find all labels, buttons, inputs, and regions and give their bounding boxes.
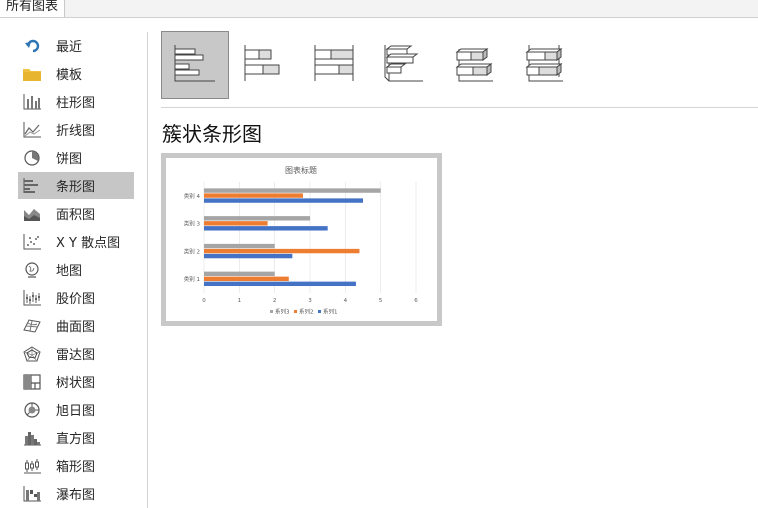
bar-chart-icon [22,177,42,195]
folder-icon [22,65,42,83]
x-tick-label: 1 [238,298,242,304]
bar [204,271,275,277]
box-whisker-icon [22,457,42,475]
bar [204,276,289,282]
sidebar-item-stock[interactable]: 股价图 [18,284,134,311]
x-tick-label: 0 [202,298,206,304]
x-tick-label: 2 [273,298,277,304]
sidebar-item-templates[interactable]: 模板 [18,60,134,87]
category-labels: 类别 1 类别 2 类别 3 类别 4 [184,192,201,283]
sidebar-item-surface[interactable]: 曲面图 [18,312,134,339]
stacked-bar-icon [243,43,287,87]
value-axis-labels: 0 1 2 3 4 5 6 [202,298,418,304]
sidebar-item-treemap[interactable]: 树状图 [18,368,134,395]
scatter-chart-icon [22,233,42,251]
tab-bar: 所有图表 [0,0,758,18]
3d-stacked-bar-icon [453,43,497,87]
subtype-clustered-bar[interactable] [161,31,229,99]
x-tick-label: 6 [414,298,418,304]
bar [204,188,381,193]
legend: 系列3 系列2 系列1 [270,308,338,316]
bar [204,281,356,287]
globe-icon [22,261,42,279]
x-tick-label: 3 [308,298,312,304]
legend-label: 系列2 [299,308,314,316]
stock-chart-icon [22,289,42,307]
column-chart-icon [22,93,42,111]
sidebar-item-area[interactable]: 面积图 [18,200,134,227]
bar [204,226,328,231]
legend-label: 系列3 [275,308,290,316]
subtype-3d-100-stacked-bar[interactable] [511,31,579,99]
legend-swatch [318,310,321,313]
sidebar-item-sunburst[interactable]: 旭日图 [18,396,134,423]
treemap-icon [22,373,42,391]
subtype-3d-clustered-bar[interactable] [371,31,439,99]
bar-chart: 图表标题 类别 1 类别 2 类别 3 类别 4 0 1 2 3 4 5 6 系列3 系列2 系列1 [184,165,419,316]
sidebar-item-scatter[interactable]: X Y 散点图 [18,228,134,255]
sidebar-item-radar[interactable]: 雷达图 [18,340,134,367]
subtype-stacked-bar[interactable] [231,31,299,99]
clustered-bar-icon [173,43,217,87]
surface-chart-icon [22,317,42,335]
tab-all-charts[interactable]: 所有图表 [0,0,66,17]
chart-preview-canvas: 图表标题 类别 1 类别 2 类别 3 类别 4 0 1 2 3 4 5 6 系列3 系列2 系列1 [166,158,437,321]
legend-label: 系列1 [323,308,338,316]
bar [204,253,293,259]
x-tick-label: 5 [379,298,383,304]
sidebar-item-line[interactable]: 折线图 [18,116,134,143]
legend-swatch [270,310,273,313]
histogram-icon [22,429,42,447]
sidebar-item-recent[interactable]: 最近 [18,32,134,59]
bar [204,193,303,198]
bar-series [204,188,381,287]
bar [204,221,268,226]
line-chart-icon [22,121,42,139]
chart-type-sidebar: 最近 模板 柱形图 折线图 饼图 条形图 面积图 X Y 散点图 地图 股价图 … [0,32,148,508]
sidebar-item-box-whisker[interactable]: 箱形图 [18,452,134,479]
subtype-100-stacked-bar[interactable] [301,31,369,99]
category-label: 类别 2 [184,247,200,255]
sunburst-icon [22,401,42,419]
sidebar-item-bar[interactable]: 条形图 [18,172,134,199]
bar [204,248,360,254]
waterfall-icon [22,485,42,503]
sidebar-item-waterfall[interactable]: 瀑布图 [18,480,134,507]
undo-arrow-icon [22,37,42,55]
100-stacked-bar-icon [313,43,357,87]
sidebar-item-map[interactable]: 地图 [18,256,134,283]
legend-swatch [294,310,297,313]
x-tick-label: 4 [344,298,348,304]
sidebar-item-column[interactable]: 柱形图 [18,88,134,115]
3d-clustered-bar-icon [383,43,427,87]
category-label: 类别 4 [184,192,201,200]
chart-preview[interactable]: 图表标题 类别 1 类别 2 类别 3 类别 4 0 1 2 3 4 5 6 系列3 系列2 系列1 [161,153,442,326]
bar [204,198,363,203]
bar [204,243,275,249]
bar [204,216,310,221]
area-chart-icon [22,205,42,223]
3d-100-stacked-bar-icon [523,43,567,87]
chart-subtype-title: 簇状条形图 [162,122,262,146]
gallery-separator [161,107,758,108]
category-label: 类别 1 [184,275,200,283]
pie-chart-icon [22,149,42,167]
category-label: 类别 3 [184,220,201,228]
subtype-3d-stacked-bar[interactable] [441,31,509,99]
sidebar-item-pie[interactable]: 饼图 [18,144,134,171]
chart-title: 图表标题 [285,165,317,175]
sidebar-item-histogram[interactable]: 直方图 [18,424,134,451]
radar-chart-icon [22,345,42,363]
